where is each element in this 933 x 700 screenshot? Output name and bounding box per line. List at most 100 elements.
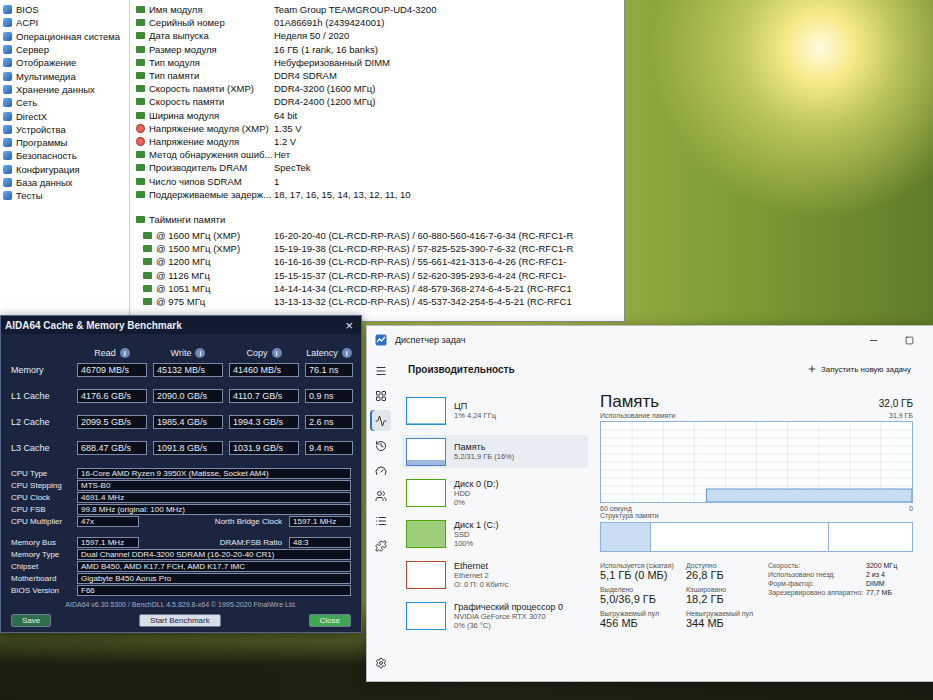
stat: Используется (сжатая)5,1 ГБ (0 МБ) <box>600 562 686 581</box>
timing-row[interactable]: @ 1126 МГц15-15-15-37 (CL-RCD-RP-RAS) / … <box>136 269 624 282</box>
property-row[interactable]: Ширина модуля64 bit <box>136 109 624 122</box>
tree-item[interactable]: Сеть <box>0 96 129 109</box>
tree-item[interactable]: DirectX <box>0 109 129 122</box>
nav-rail <box>367 354 394 681</box>
timing-row[interactable]: @ 1600 МГц (XMP)16-20-20-40 (CL-RCD-RP-R… <box>136 229 624 242</box>
device-item[interactable]: Диск 1 (C:)SSD100% <box>402 517 588 550</box>
property-value: DDR4 SDRAM <box>274 70 624 81</box>
tree-item[interactable]: База данных <box>0 176 129 189</box>
info-icon[interactable]: i <box>120 348 130 358</box>
timing-row[interactable]: @ 1051 МГц14-14-14-34 (CL-RCD-RP-RAS) / … <box>136 282 624 295</box>
device-item[interactable]: EthernetEthernet 2О: 0 П: 0 Кбит/с <box>402 558 588 591</box>
tree-item[interactable]: BIOS <box>0 3 129 16</box>
property-row[interactable]: Поддерживаемые задерж...18, 17, 16, 15, … <box>136 188 624 201</box>
info-label: CPU FSB <box>11 505 73 514</box>
results-header: ReadiWriteiCopyiLatencyi <box>11 346 351 360</box>
tree-item[interactable]: Сервер <box>0 43 129 56</box>
benchmark-button[interactable]: Start Benchmark <box>139 614 221 627</box>
detail-title: Память <box>600 392 659 412</box>
tree-item[interactable]: Операционная система <box>0 30 129 43</box>
property-row[interactable]: Тип модуляНебуферизованный DIMM <box>136 56 624 69</box>
tree-label: ACPI <box>16 17 38 28</box>
property-row[interactable]: Тип памятиDDR4 SDRAM <box>136 69 624 82</box>
device-item[interactable]: Графический процессор 0NVIDIA GeForce RT… <box>402 599 588 632</box>
column-header: Copyi <box>229 346 299 360</box>
tree-item[interactable]: ACPI <box>0 16 129 29</box>
cpu-info: CPU Type16-Core AMD Ryzen 9 3950X (Matis… <box>11 468 351 527</box>
property-row[interactable]: Размер модуля16 ГБ (1 rank, 16 banks) <box>136 43 624 56</box>
property-row[interactable]: Число чипов SDRAM1 <box>136 174 624 187</box>
menu-icon[interactable] <box>370 360 391 381</box>
property-value: Нет <box>274 149 624 160</box>
benchmark-window: AIDA64 Cache & Memory Benchmark×ReadiWri… <box>0 315 362 633</box>
tree-item[interactable]: Тесты <box>0 189 129 202</box>
category-tree: BIOSACPI Операционная системаСерверОтобра… <box>0 0 130 321</box>
memory-chip-icon <box>136 151 145 158</box>
memory-chip-icon <box>136 32 145 39</box>
settings-icon[interactable] <box>370 652 391 673</box>
stat-label: Выгружаемый пул <box>600 610 686 617</box>
page-heading: Производительность <box>408 364 515 375</box>
stats: Используется (сжатая)5,1 ГБ (0 МБ)Доступ… <box>600 562 913 629</box>
nav-icon[interactable] <box>370 435 391 456</box>
timing-row[interactable]: @ 1500 МГц (XMP)15-19-19-38 (CL-RCD-RP-R… <box>136 242 624 255</box>
timing-row[interactable]: @ 1200 МГц16-16-16-39 (CL-RCD-RP-RAS) / … <box>136 255 624 268</box>
nav-icon[interactable] <box>370 535 391 556</box>
device-item[interactable]: Диск 0 (D:)HDD0% <box>402 476 588 509</box>
info-row: MotherboardGigabyte B450 Aorus Pro <box>11 573 351 584</box>
property-label: Скорость памяти <box>136 96 274 107</box>
property-row[interactable]: Метод обнаружения ошиб...Нет <box>136 148 624 161</box>
property-row[interactable]: Производитель DRAMSpecTek <box>136 161 624 174</box>
property-label: Ширина модуля <box>136 110 274 121</box>
maximize-icon[interactable] <box>895 330 923 350</box>
tree-label: Мультимедиа <box>16 71 76 82</box>
timing-value: 15-15-15-37 (CL-RCD-RP-RAS) / 52-620-395… <box>274 270 624 281</box>
spec-value: 77,7 МБ <box>866 589 897 596</box>
tree-item[interactable]: Устройства <box>0 123 129 136</box>
info-icon[interactable]: i <box>272 348 282 358</box>
device-item[interactable]: Память5,2/31,9 ГБ (16%) <box>402 435 588 468</box>
device-name: Диск 0 (D:) <box>454 479 499 489</box>
memory-chip-icon <box>143 272 152 279</box>
device-thumbnail <box>406 438 446 466</box>
info-icon[interactable]: i <box>342 348 352 358</box>
info-label: North Bridge Clock <box>143 517 285 526</box>
nav-icon[interactable] <box>370 410 391 431</box>
nav-icon[interactable] <box>370 485 391 506</box>
tree-item[interactable]: Отображение <box>0 56 129 69</box>
result-value: 2090.0 GB/s <box>153 389 223 403</box>
tree-item[interactable]: Безопасность <box>0 149 129 162</box>
property-row[interactable]: Дата выпускаНеделя 50 / 2020 <box>136 29 624 42</box>
property-row[interactable]: Имя модуляTeam Group TEAMGROUP-UD4-3200 <box>136 3 624 16</box>
minimize-icon[interactable] <box>859 330 887 350</box>
stat: Доступно26,8 ГБ <box>686 562 762 581</box>
property-row[interactable]: Напряжение модуля (XMP)1.35 V <box>136 122 624 135</box>
spec-label: Скорость: <box>768 562 866 569</box>
property-row[interactable]: Серийный номер01A86691h (2439424001) <box>136 16 624 29</box>
nav-icon[interactable] <box>370 385 391 406</box>
tree-item[interactable]: Мультимедиа <box>0 69 129 82</box>
category-icon <box>3 5 12 14</box>
property-row[interactable]: Скорость памятиDDR4-2400 (1200 МГц) <box>136 95 624 108</box>
device-item[interactable]: ЦП1% 4,24 ГГц <box>402 394 588 427</box>
new-task-button[interactable]: Запустить новую задачу <box>807 364 911 374</box>
close-button[interactable]: × <box>345 318 353 333</box>
stat: Невыгружаемый пул344 МБ <box>686 610 762 629</box>
result-value: 76.1 ns <box>305 363 353 377</box>
result-value: 1994.3 GB/s <box>229 415 299 429</box>
tree-item[interactable]: Программы <box>0 136 129 149</box>
tree-item[interactable]: Конфигурация <box>0 163 129 176</box>
timing-row[interactable]: @ 975 МГц13-13-13-32 (CL-RCD-RP-RAS) / 4… <box>136 295 624 308</box>
nav-icon[interactable] <box>370 460 391 481</box>
info-value: 1597.1 MHz <box>77 537 139 548</box>
property-row[interactable]: Скорость памяти (XMP)DDR4-3200 (1600 МГц… <box>136 82 624 95</box>
info-icon[interactable]: i <box>195 348 205 358</box>
nav-icon[interactable] <box>370 510 391 531</box>
property-row[interactable]: Напряжение модуля1.2 V <box>136 135 624 148</box>
benchmark-button[interactable]: Close <box>309 614 351 627</box>
timing-label: @ 1600 МГц (XMP) <box>136 230 274 241</box>
property-value: 18, 17, 16, 15, 14, 13, 12, 11, 10 <box>274 189 624 200</box>
tree-item[interactable]: Хранение данных <box>0 83 129 96</box>
row-name: L2 Cache <box>11 417 71 427</box>
benchmark-button[interactable]: Save <box>11 614 51 627</box>
